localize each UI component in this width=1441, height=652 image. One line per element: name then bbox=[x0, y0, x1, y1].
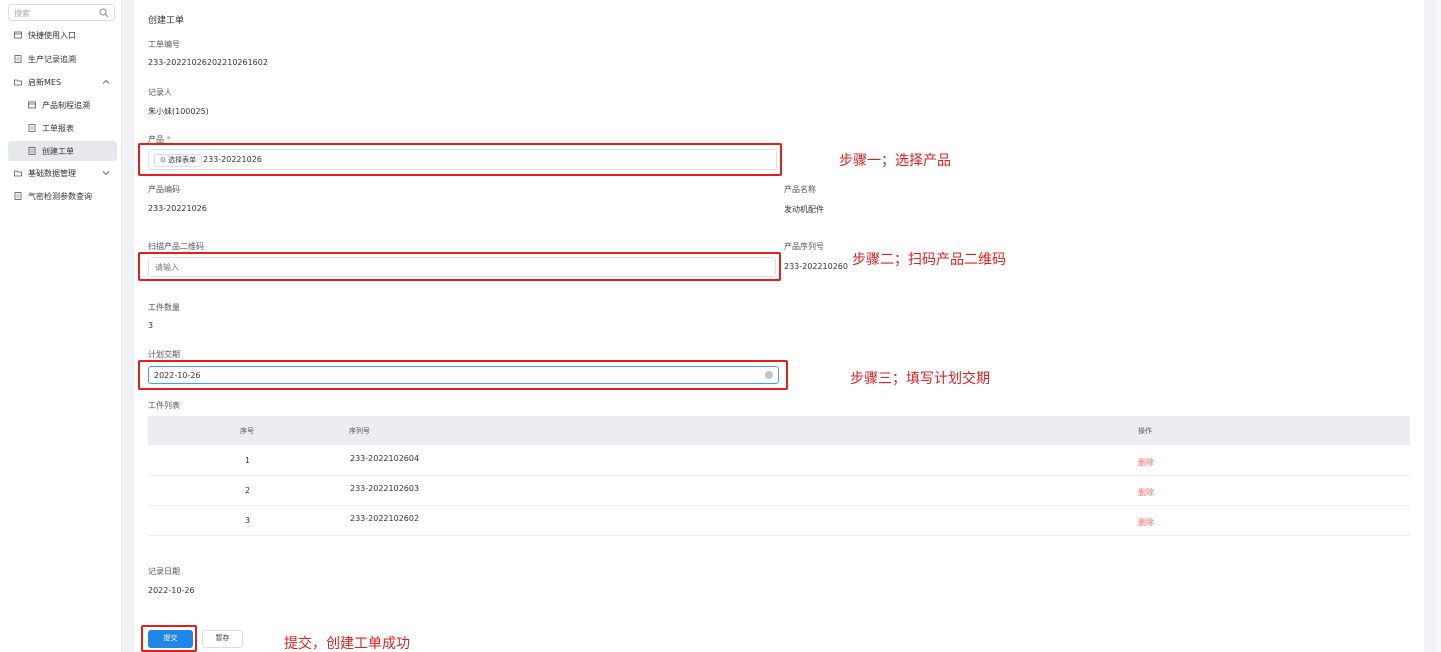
step2-annotation: 步骤二；扫码产品二维码 bbox=[852, 252, 1006, 268]
sidebar-item-label: 创建工单 bbox=[42, 146, 74, 156]
sidebar: 快捷使用入口 生产记录追溯 启新MES 产品制程追溯 工单报表 创建工单 基础数… bbox=[0, 0, 122, 652]
sidebar-item-label: 快捷使用入口 bbox=[28, 30, 76, 40]
sidebar-item-label: 气密检测参数查询 bbox=[28, 191, 92, 201]
scrollbar[interactable] bbox=[1436, 0, 1441, 652]
product-name-value: 发动机配件 bbox=[784, 205, 824, 214]
step4-annotation: 提交，创建工单成功 bbox=[284, 636, 410, 652]
step4-highlight bbox=[141, 625, 197, 652]
sidebar-item-label: 产品制程追溯 bbox=[42, 100, 90, 110]
record-date-label: 记录日期 bbox=[148, 567, 180, 576]
row-index: 3 bbox=[245, 516, 251, 525]
step1-annotation: 步骤一；选择产品 bbox=[839, 153, 951, 169]
sidebar-item-label: 工单报表 bbox=[42, 123, 74, 133]
scan-qr-label: 扫描产品二维码 bbox=[148, 242, 204, 251]
product-code-label: 产品编码 bbox=[148, 185, 180, 194]
row-serial: 233-2022102604 bbox=[350, 454, 420, 463]
order-no-label: 工单编号 bbox=[148, 40, 180, 49]
parts-list-label: 工件列表 bbox=[148, 401, 180, 410]
table-row: 3 233-2022102602 删除 bbox=[148, 506, 1410, 536]
document-icon bbox=[14, 55, 22, 63]
qty-value: 3 bbox=[148, 321, 154, 330]
chevron-up-icon[interactable] bbox=[102, 78, 110, 86]
folder-icon bbox=[14, 170, 22, 177]
search-input[interactable] bbox=[14, 7, 99, 19]
sidebar-item-create-order[interactable]: 创建工单 bbox=[8, 141, 117, 161]
step3-highlight bbox=[138, 360, 788, 390]
chevron-down-icon[interactable] bbox=[102, 169, 110, 177]
window-icon bbox=[28, 101, 36, 109]
step3-annotation: 步骤三；填写计划交期 bbox=[850, 371, 990, 387]
record-date-value: 2022-10-26 bbox=[148, 586, 195, 595]
sidebar-item-airtight-params[interactable]: 气密检测参数查询 bbox=[0, 186, 122, 206]
document-icon bbox=[28, 147, 36, 155]
window-icon bbox=[14, 31, 22, 39]
row-serial: 233-2022102602 bbox=[350, 514, 420, 523]
table-header: 序号 序列号 操作 bbox=[148, 416, 1410, 445]
step1-highlight bbox=[138, 143, 782, 176]
sidebar-item-quick-entry[interactable]: 快捷使用入口 bbox=[0, 25, 122, 45]
sidebar-item-label: 启新MES bbox=[28, 77, 62, 87]
due-date-label: 计划交期 bbox=[148, 350, 180, 359]
serial-value: 233-202210260 bbox=[784, 262, 848, 271]
delete-link[interactable]: 删除 bbox=[1138, 487, 1154, 498]
delete-link[interactable]: 删除 bbox=[1138, 457, 1154, 468]
recorder-label: 记录人 bbox=[148, 88, 172, 97]
document-icon bbox=[14, 192, 22, 200]
page-title: 创建工单 bbox=[148, 16, 185, 26]
search-icon[interactable] bbox=[99, 8, 109, 18]
main-panel bbox=[134, 0, 1424, 652]
delete-link[interactable]: 删除 bbox=[1138, 517, 1154, 528]
sidebar-item-qixin-mes[interactable]: 启新MES bbox=[0, 72, 122, 92]
table-row: 2 233-2022102603 删除 bbox=[148, 476, 1410, 506]
col-serial-header: 序列号 bbox=[349, 427, 370, 435]
serial-label: 产品序列号 bbox=[784, 242, 824, 251]
sidebar-item-order-report[interactable]: 工单报表 bbox=[0, 118, 122, 138]
search-box[interactable] bbox=[8, 4, 115, 21]
sidebar-item-label: 基础数据管理 bbox=[28, 168, 76, 178]
sidebar-item-production-trace[interactable]: 生产记录追溯 bbox=[0, 49, 122, 69]
folder-icon bbox=[14, 79, 22, 86]
product-name-label: 产品名称 bbox=[784, 185, 816, 194]
document-icon bbox=[28, 124, 36, 132]
table-row: 1 233-2022102604 删除 bbox=[148, 446, 1410, 476]
sidebar-item-label: 生产记录追溯 bbox=[28, 54, 76, 64]
draft-button[interactable]: 暂存 bbox=[202, 630, 243, 648]
row-serial: 233-2022102603 bbox=[350, 484, 420, 493]
sidebar-item-base-data[interactable]: 基础数据管理 bbox=[0, 163, 122, 183]
row-index: 2 bbox=[245, 486, 251, 495]
col-index-header: 序号 bbox=[240, 427, 254, 435]
col-action-header: 操作 bbox=[1138, 427, 1152, 435]
sidebar-item-process-trace[interactable]: 产品制程追溯 bbox=[0, 95, 122, 115]
product-code-value: 233-20221026 bbox=[148, 204, 207, 213]
row-index: 1 bbox=[245, 456, 251, 465]
recorder-value: 朱小妹(100025) bbox=[148, 107, 209, 116]
order-no-value: 233-20221026202210261602 bbox=[148, 58, 268, 67]
step2-highlight bbox=[138, 252, 781, 281]
qty-label: 工件数量 bbox=[148, 303, 180, 312]
